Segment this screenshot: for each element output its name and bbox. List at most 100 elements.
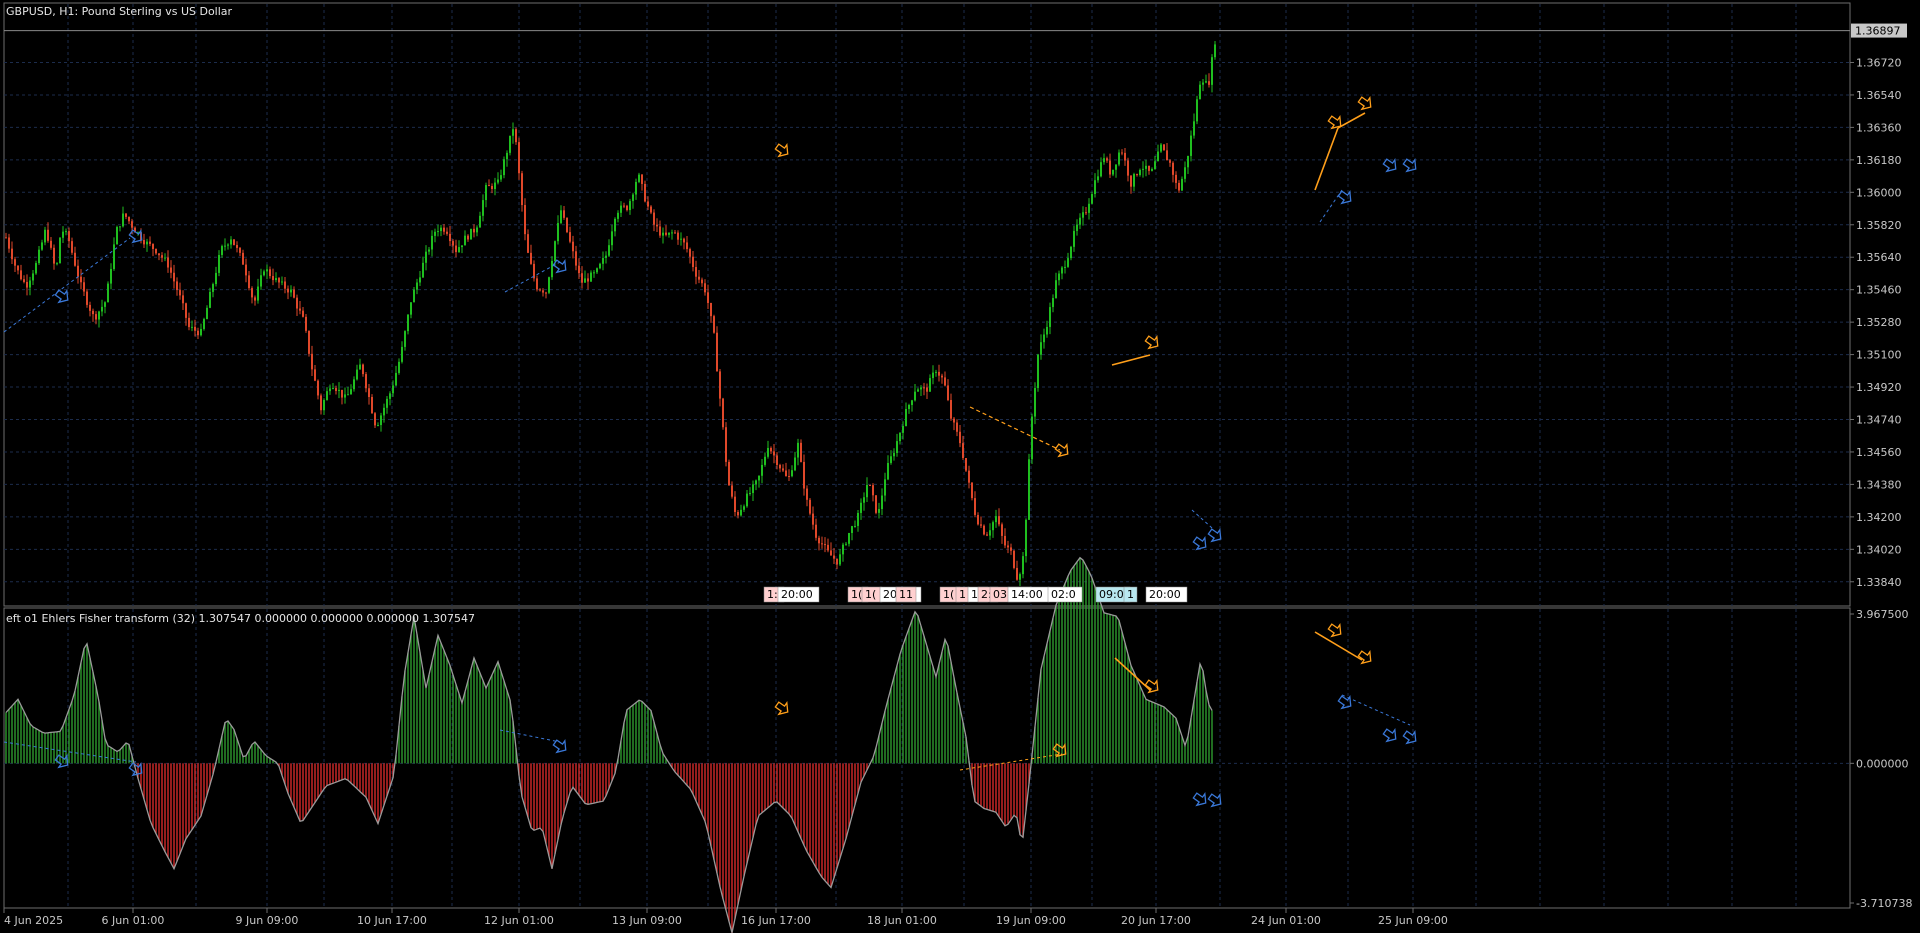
candle-body [515, 129, 517, 143]
candle-body [1163, 144, 1165, 151]
candle-body [38, 249, 40, 264]
candle-body [1166, 150, 1168, 161]
candle-body [692, 256, 694, 268]
candle-body [854, 525, 856, 527]
candle-body [1187, 155, 1189, 168]
candle-body [707, 292, 709, 303]
candle-body [476, 227, 478, 233]
candle-body [800, 442, 802, 462]
candle-body [1193, 121, 1195, 136]
candle-body [113, 244, 115, 270]
candle-body [884, 479, 886, 496]
candle-body [350, 389, 352, 395]
candle-body [1115, 164, 1117, 170]
candle-body [638, 174, 640, 182]
candle-body [746, 493, 748, 507]
trading-chart[interactable]: 4 Jun 2025 6 Jun 01:00 9 Jun 09:00 10 Jun 1… [0, 0, 1920, 933]
candle-body [461, 245, 463, 248]
candle-body [893, 453, 895, 457]
x-tick-label: 18 Jun 01:00 [867, 914, 937, 927]
candle-body [8, 237, 10, 249]
candle-body [425, 251, 427, 263]
candle-body [1034, 387, 1036, 417]
candle-body [110, 269, 112, 284]
timestamp-marker-label: 1 [1127, 588, 1134, 601]
candle-body [44, 229, 46, 243]
x-tick-label: 16 Jun 17:00 [741, 914, 811, 927]
candle-body [332, 388, 334, 390]
candle-body [182, 295, 184, 304]
x-tick-label: 20 Jun 17:00 [1121, 914, 1191, 927]
candle-body [956, 422, 958, 432]
candle-body [1175, 174, 1177, 183]
candle-body [527, 234, 529, 253]
x-tick-label: 9 Jun 09:00 [236, 914, 299, 927]
candle-body [806, 488, 808, 500]
candle-body [281, 281, 283, 283]
candle-body [839, 554, 841, 565]
candle-body [548, 277, 550, 293]
candle-body [677, 232, 679, 240]
candle-body [668, 232, 670, 235]
y-tick-label: 1.36720 [1856, 56, 1902, 69]
candle-body [404, 331, 406, 347]
candle-body [593, 272, 595, 274]
candle-body [14, 259, 16, 266]
candle-body [1196, 99, 1198, 122]
candle-body [1160, 144, 1162, 152]
candle-body [50, 240, 52, 248]
candle-body [1157, 151, 1159, 162]
candle-body [32, 273, 34, 281]
candle-body [467, 235, 469, 240]
candle-body [170, 267, 172, 273]
candle-body [719, 371, 721, 399]
candle-body [989, 530, 991, 536]
candle-body [236, 245, 238, 248]
candle-body [374, 413, 376, 426]
candle-body [881, 495, 883, 510]
candle-body [623, 205, 625, 207]
candle-body [662, 232, 664, 236]
candle-body [512, 129, 514, 136]
candle-body [173, 272, 175, 282]
candle-body [1058, 273, 1060, 281]
candle-body [77, 265, 79, 277]
candle-body [950, 400, 952, 419]
candle-body [167, 257, 169, 268]
candle-body [347, 394, 349, 396]
candle-body [1142, 168, 1144, 170]
candle-body [536, 278, 538, 290]
candle-body [1094, 180, 1096, 195]
candle-body [95, 314, 97, 320]
candle-body [197, 330, 199, 336]
candle-body [539, 289, 541, 291]
candle-body [626, 205, 628, 211]
candle-body [251, 288, 253, 298]
candle-body [407, 314, 409, 332]
timestamp-marker-label: 1: [767, 588, 778, 601]
candle-body [809, 499, 811, 514]
candle-body [959, 431, 961, 444]
candle-body [101, 306, 103, 312]
candle-body [1028, 459, 1030, 520]
candle-body [932, 372, 934, 379]
candle-body [125, 213, 127, 217]
candle-body [383, 407, 385, 416]
candle-body [1118, 152, 1120, 165]
candle-body [449, 233, 451, 242]
candle-body [524, 205, 526, 235]
symbol-title: GBPUSD, H1: Pound Sterling vs US Dollar [6, 5, 233, 18]
candle-body [653, 212, 655, 225]
candle-body [143, 239, 145, 245]
candle-body [335, 388, 337, 391]
candle-body [419, 277, 421, 283]
candle-body [290, 289, 292, 293]
candle-body [1046, 326, 1048, 335]
candle-body [1049, 307, 1051, 327]
candle-body [641, 174, 643, 184]
candle-body [71, 241, 73, 253]
candle-body [1184, 167, 1186, 179]
candle-body [731, 485, 733, 497]
candle-body [1124, 152, 1126, 161]
candle-body [233, 239, 235, 246]
